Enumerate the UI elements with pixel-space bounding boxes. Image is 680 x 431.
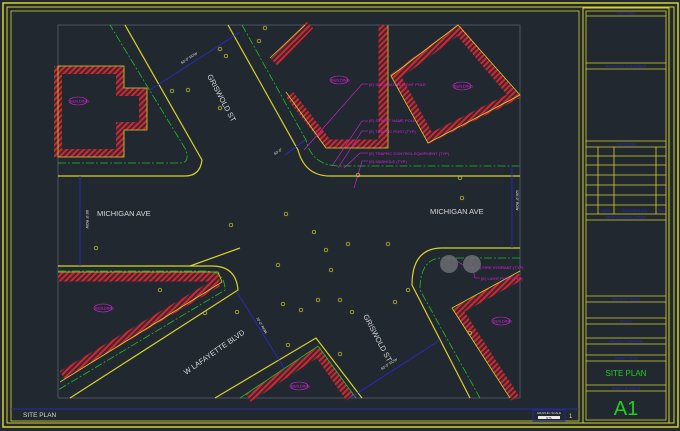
callout-label: (E) FIRE HYDRANT (TYP) — [476, 265, 524, 270]
view-title: SITE PLAN — [23, 412, 57, 419]
site-feature-marker — [385, 241, 391, 247]
key-plan-label: KEY PLAN — [617, 12, 635, 16]
site-feature-marker — [169, 88, 175, 94]
title-block: KEY PLAN ARCHITECT/ENGINEER REVISIONS # … — [582, 7, 670, 424]
sheet-number-label: SHEET NUMBER — [612, 387, 641, 391]
scale-value: NTS — [546, 416, 552, 420]
site-feature-marker — [392, 299, 398, 305]
site-feature-marker — [285, 342, 291, 348]
callouts — [303, 83, 480, 279]
site-feature-marker — [459, 195, 465, 201]
scale-label: GRAPHIC SCALE — [537, 411, 561, 415]
site-feature-marker — [93, 245, 99, 251]
street-label-griswold-south: GRISWOLD ST — [361, 313, 394, 364]
sheet-number: A1 — [614, 398, 638, 420]
callout-label: (E) TRAFFIC POST (TYP) — [369, 129, 416, 134]
site-feature-marker — [157, 287, 163, 293]
rev-header-date: DATE — [601, 209, 611, 213]
rev-header-by: BY — [659, 209, 664, 213]
site-feature-marker — [349, 309, 355, 315]
callout-label: (E) DECORATIVE LIGHT POLE — [369, 82, 426, 87]
svg-text:BUILDING: BUILDING — [95, 306, 114, 311]
site-feature-marker — [256, 38, 262, 44]
site-feature-marker — [337, 297, 343, 303]
project-number-label: PROJECT NUMBER — [609, 340, 643, 344]
dimension-label: 60'-0" — [273, 147, 283, 156]
building-north-center — [270, 21, 314, 66]
revisions-label: REVISIONS — [616, 143, 636, 147]
site-feature-marker — [328, 267, 334, 273]
site-feature-marker — [405, 287, 411, 293]
view-number: 1 — [569, 414, 573, 420]
sheet-title: SITE PLAN — [606, 369, 647, 378]
scale-label-tb: SCALE — [620, 320, 632, 324]
site-feature-marker — [345, 241, 351, 247]
rev-header-number: # — [591, 209, 593, 213]
site-feature-marker — [275, 262, 281, 268]
site-feature-marker — [283, 211, 289, 217]
callout-label: (E) TRAFFIC CONTROL EQUIPMENT (TYP) — [369, 151, 450, 156]
site-feature-marker — [185, 87, 191, 93]
site-feature-marker — [311, 229, 317, 235]
site-feature-marker — [457, 175, 463, 181]
architect-label: ARCHITECT/ENGINEER — [606, 65, 647, 69]
site-feature-marker — [298, 307, 304, 313]
svg-text:BUILDING: BUILDING — [331, 78, 350, 83]
dimension-label: 120'-0" ROW — [515, 190, 519, 211]
svg-text:BUILDING: BUILDING — [70, 99, 89, 104]
site-feature-marker — [262, 25, 268, 31]
site-feature-marker — [337, 351, 343, 357]
callout-label: (E) STREET NAME POLE — [369, 118, 416, 123]
stamp-label: PROFESSIONAL STAMP — [606, 216, 648, 220]
building-southeast — [451, 272, 523, 401]
site-feature-marker — [228, 222, 234, 228]
site-feature-marker — [234, 309, 240, 315]
callout-label: (E) MANHOLE (TYP) — [369, 159, 407, 164]
site-feature-marker — [217, 46, 223, 52]
site-feature-marker — [315, 297, 321, 303]
street-label-michigan-east: MICHIGAN AVE — [430, 207, 484, 216]
building-northwest — [54, 66, 147, 157]
street-label-lafayette: W LAFAYETTE BLVD — [182, 327, 247, 376]
building-southwest — [58, 272, 220, 379]
dimension-label: 60'-0" ROW — [180, 51, 198, 65]
site-feature-marker — [323, 247, 329, 253]
svg-text:BUILDING: BUILDING — [291, 384, 310, 389]
rev-header-description: DESCRIPTION — [623, 209, 648, 213]
dimension-label: 80'-0" ROW — [85, 210, 89, 229]
site-feature-marker — [223, 53, 229, 59]
callout-label: (E) LIGHT POST (TYP) — [481, 276, 523, 281]
site-feature-marker — [280, 301, 286, 307]
svg-text:BUILDING: BUILDING — [493, 319, 512, 324]
street-labels: MICHIGAN AVE MICHIGAN AVE GRISWOLD ST GR… — [97, 73, 484, 377]
svg-text:BUILDING: BUILDING — [454, 84, 473, 89]
site-feature-marker — [217, 105, 223, 111]
street-label-griswold-north: GRISWOLD ST — [205, 73, 238, 124]
project-name-label: PROJECT NAME — [612, 298, 641, 302]
street-label-michigan-west: MICHIGAN AVE — [97, 209, 151, 218]
cad-drawing-canvas[interactable]: 60'-0" ROW 60'-0" 80'-0" ROW 70'-0" ROW … — [0, 0, 680, 431]
sheet-title-label: SHEET TITLE — [615, 357, 638, 361]
site-features — [93, 25, 473, 357]
